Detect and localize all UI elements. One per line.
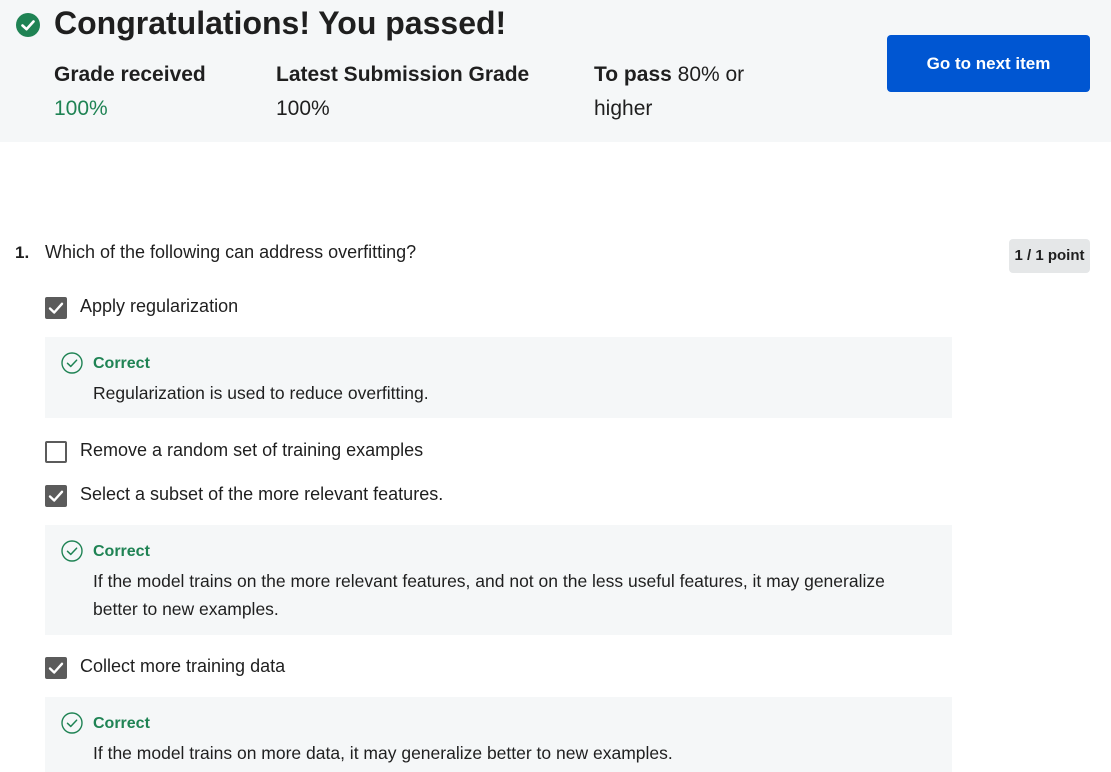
result-banner: Congratulations! You passed! Grade recei… <box>0 0 1111 142</box>
feedback-text: If the model trains on more data, it may… <box>93 743 673 763</box>
grade-received-label: Grade received <box>54 63 206 86</box>
question-number: 1. <box>15 243 30 262</box>
feedback-text: If the model trains on the more relevant… <box>93 571 885 619</box>
checkbox-checked-icon[interactable] <box>45 657 67 679</box>
points-badge: 1 / 1 point <box>1009 239 1090 273</box>
checkbox-unchecked-icon[interactable] <box>45 441 67 463</box>
passing-threshold: To pass 80% or higher <box>594 58 784 126</box>
feedback-title: Correct <box>93 715 150 732</box>
check-circle-icon <box>16 13 40 37</box>
go-to-next-item-button[interactable]: Go to next item <box>887 35 1090 92</box>
checkbox-checked-icon[interactable] <box>45 297 67 319</box>
feedback-title: Correct <box>93 543 150 560</box>
correct-check-icon <box>61 540 83 562</box>
question-text: Which of the following can address overf… <box>45 242 417 262</box>
feedback-correct: Correct If the model trains on the more … <box>45 525 952 635</box>
option-label: Collect more training data <box>80 656 286 676</box>
option-label: Apply regularization <box>80 296 239 316</box>
feedback-correct: Correct If the model trains on more data… <box>45 697 952 772</box>
result-headline: Congratulations! You passed! <box>54 5 507 41</box>
grade-received-value: 100% <box>54 97 108 120</box>
correct-check-icon <box>61 712 83 734</box>
feedback-text: Regularization is used to reduce overfit… <box>93 383 429 403</box>
option-label: Remove a random set of training examples <box>80 440 424 460</box>
grade-received: Grade received 100% <box>54 58 224 126</box>
to-pass-label: To pass <box>594 63 672 86</box>
feedback-title: Correct <box>93 355 150 372</box>
correct-check-icon <box>61 352 83 374</box>
option-label: Select a subset of the more relevant fea… <box>80 484 444 504</box>
checkbox-checked-icon[interactable] <box>45 485 67 507</box>
latest-submission-label: Latest Submission Grade <box>276 63 530 86</box>
feedback-correct: Correct Regularization is used to reduce… <box>45 337 952 418</box>
latest-submission-grade: Latest Submission Grade 100% <box>276 58 536 126</box>
latest-submission-value: 100% <box>276 97 330 120</box>
